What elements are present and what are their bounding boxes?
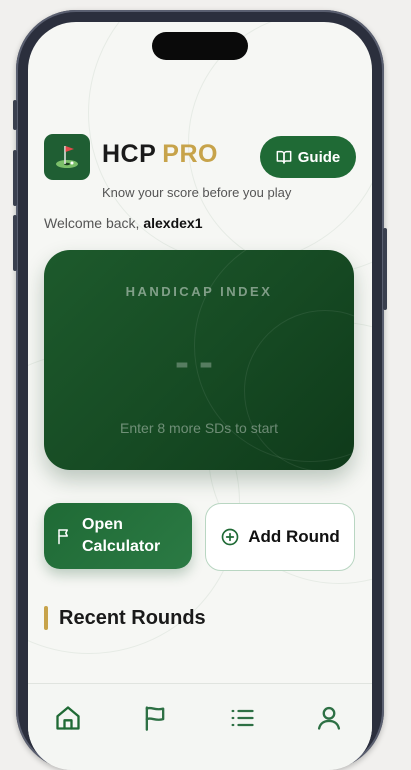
list-icon xyxy=(231,709,254,727)
recent-rounds-heading: Recent Rounds xyxy=(44,606,206,630)
dynamic-island xyxy=(152,32,248,60)
handicap-card: HANDICAP INDEX -- Enter 8 more SDs to st… xyxy=(44,250,354,470)
golf-flag-icon xyxy=(56,146,78,168)
app-title-main: HCP xyxy=(102,140,157,168)
flag-icon xyxy=(145,706,165,731)
home-icon xyxy=(56,706,80,730)
plus-circle-icon xyxy=(221,528,239,546)
app-screen: HCP PRO Know your score before you play G… xyxy=(28,22,372,770)
flag-icon xyxy=(58,529,68,545)
guide-button[interactable]: Guide xyxy=(260,136,356,178)
bottom-tab-bar xyxy=(28,683,372,770)
app-logo xyxy=(44,134,90,180)
add-round-button[interactable]: Add Round xyxy=(205,503,355,571)
open-calculator-label: Open Calculator xyxy=(82,516,161,555)
book-icon xyxy=(276,150,292,164)
app-header: HCP PRO Know your score before you play G… xyxy=(44,134,356,200)
app-title: HCP PRO xyxy=(102,140,218,169)
open-calculator-button[interactable]: Open Calculator xyxy=(44,503,192,569)
welcome-message: Welcome back, alexdex1 xyxy=(44,215,203,231)
phone-volume-down-button xyxy=(13,215,17,271)
handicap-value: -- xyxy=(175,338,223,385)
phone-power-button xyxy=(383,228,387,310)
tab-history[interactable] xyxy=(226,702,258,734)
welcome-prefix: Welcome back, xyxy=(44,215,140,231)
tab-home[interactable] xyxy=(52,702,84,734)
phone-volume-up-button xyxy=(13,150,17,206)
recent-rounds-title: Recent Rounds xyxy=(59,606,206,629)
heading-accent-bar xyxy=(44,606,48,630)
add-round-label: Add Round xyxy=(248,527,340,546)
app-title-accent: PRO xyxy=(162,140,218,168)
phone-side-button xyxy=(13,100,17,130)
app-tagline: Know your score before you play xyxy=(102,185,292,200)
tab-profile[interactable] xyxy=(313,702,345,734)
handicap-hint: Enter 8 more SDs to start xyxy=(120,420,278,436)
handicap-label: HANDICAP INDEX xyxy=(125,284,273,299)
tab-rounds[interactable] xyxy=(139,702,171,734)
user-icon xyxy=(317,706,341,730)
phone-frame: HCP PRO Know your score before you play G… xyxy=(13,10,387,770)
guide-button-label: Guide xyxy=(297,148,341,166)
welcome-username: alexdex1 xyxy=(143,215,203,231)
